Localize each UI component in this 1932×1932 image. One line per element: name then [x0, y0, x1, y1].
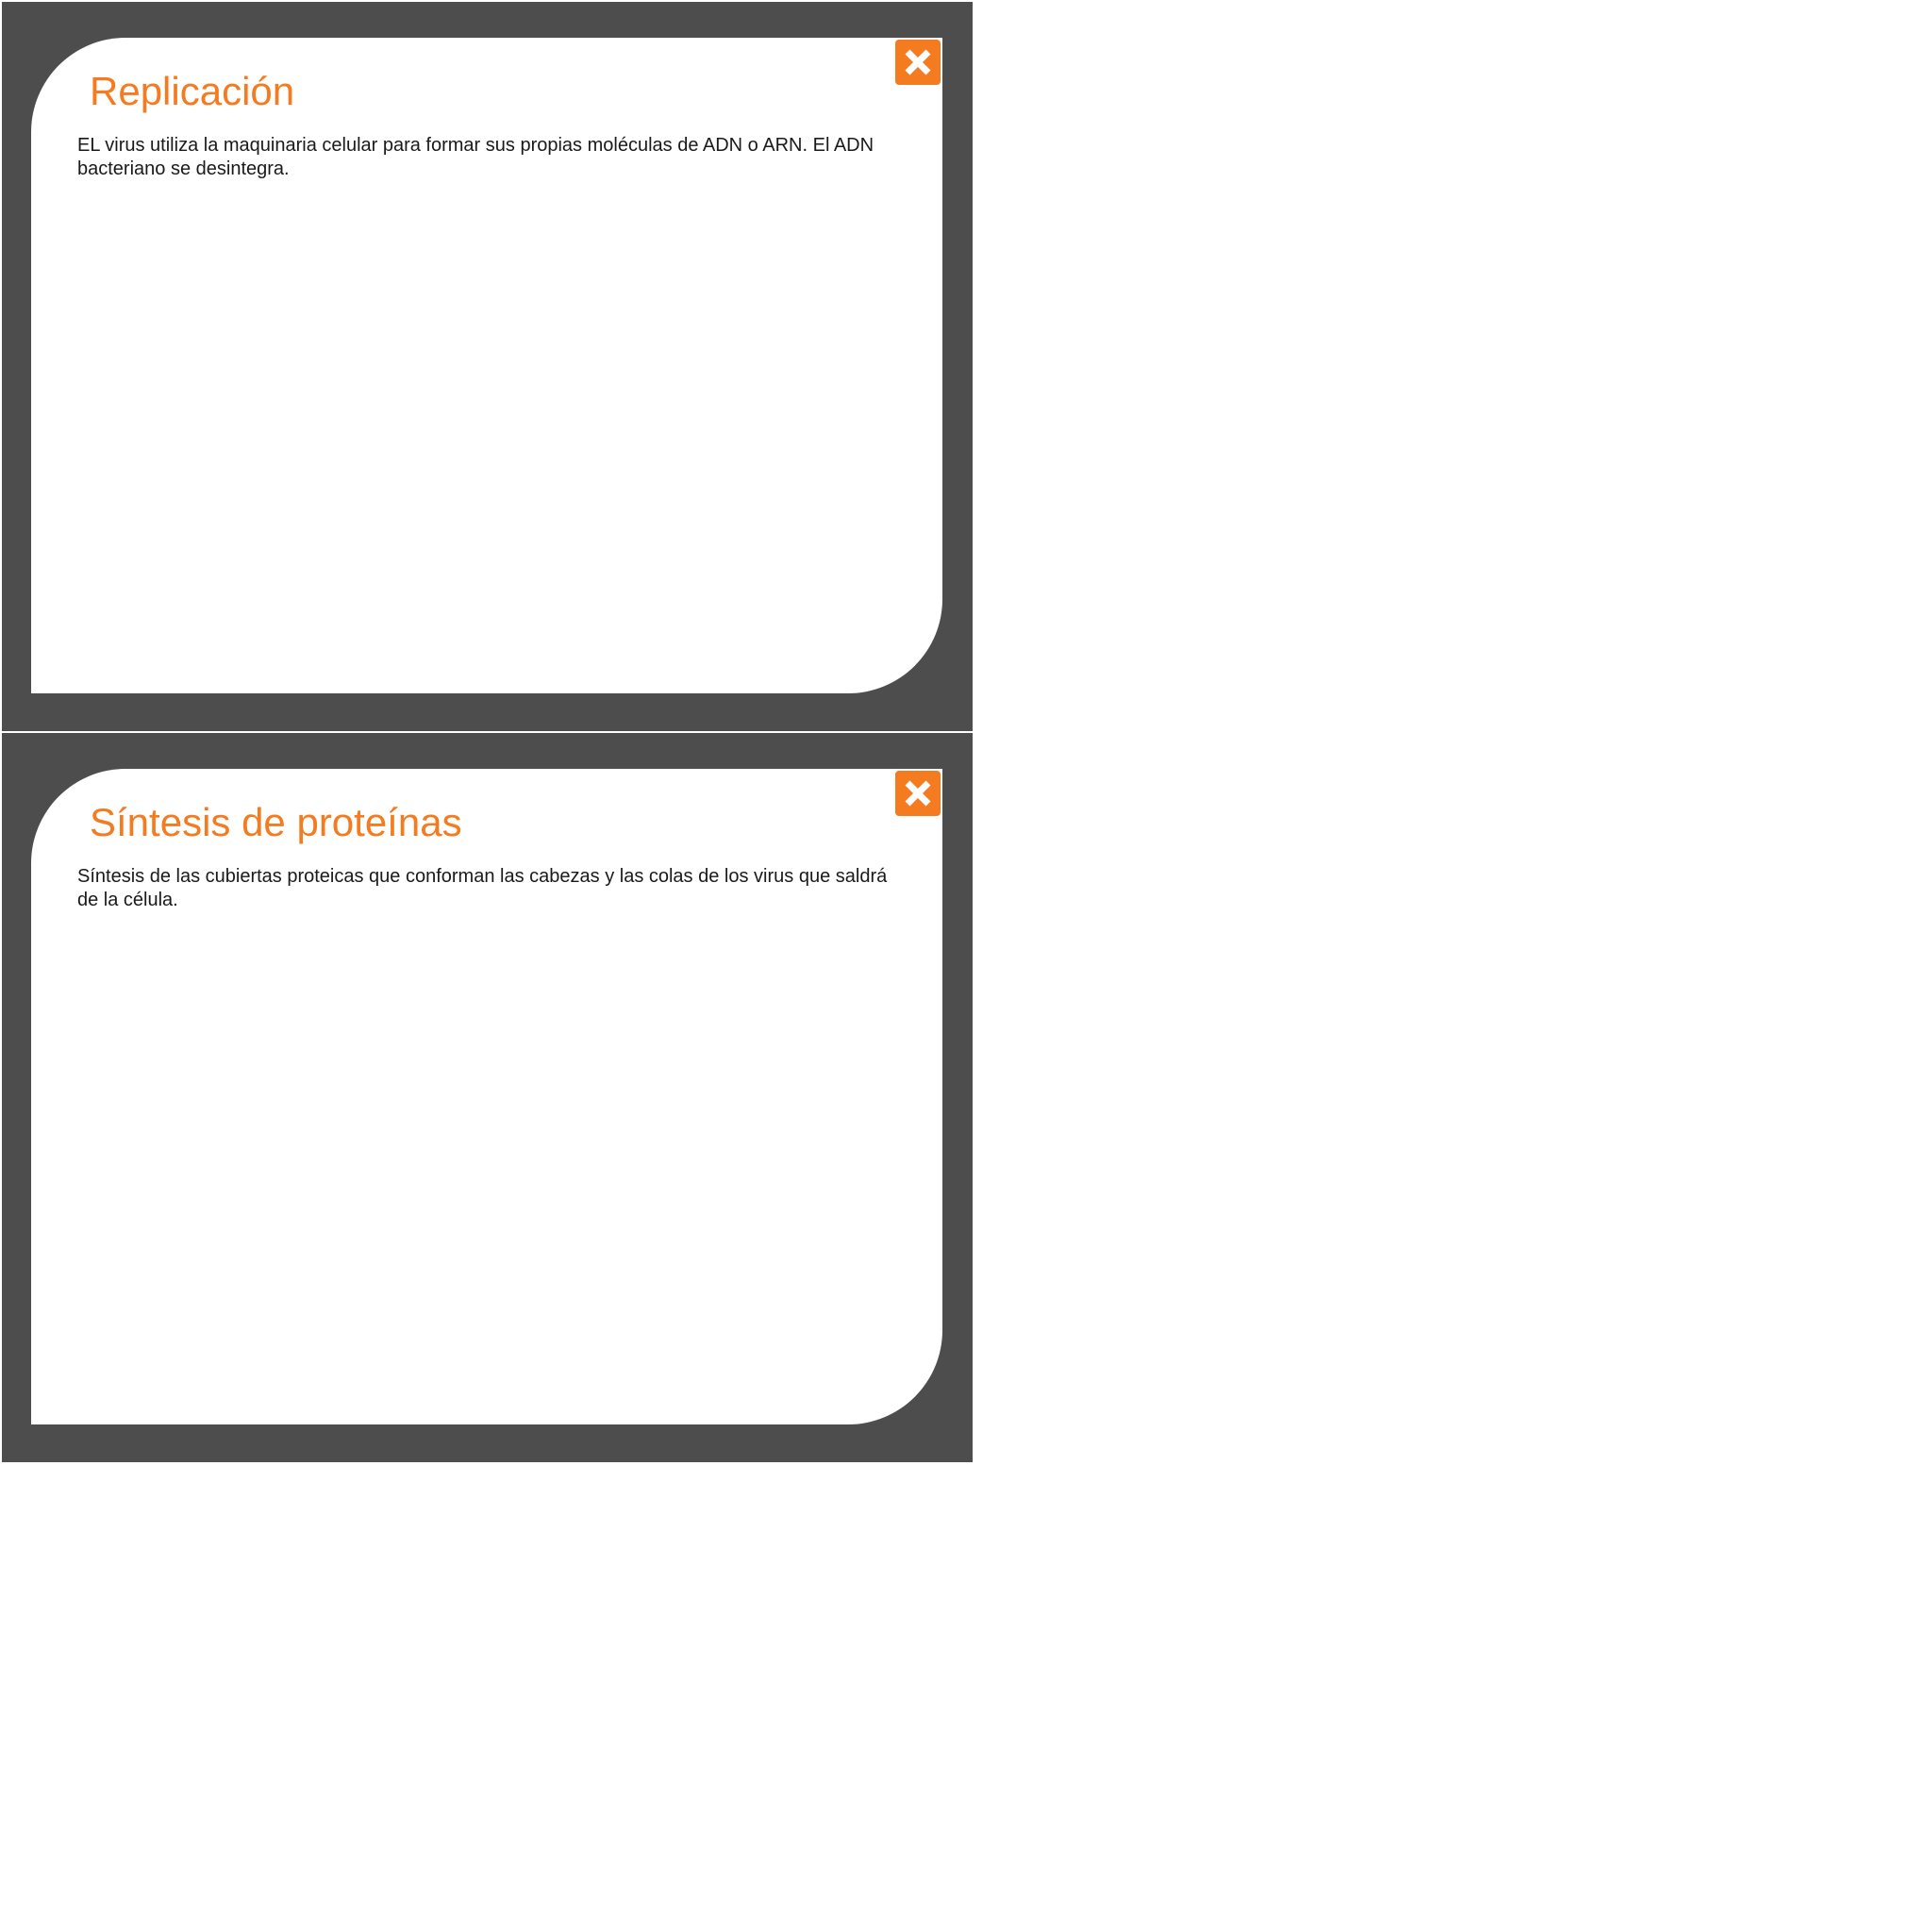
popup-title: Síntesis de proteínas [90, 800, 462, 844]
popup-replicacion: Replicación EL virus utiliza la maquinar… [2, 2, 973, 731]
close-icon [905, 780, 931, 807]
close-button[interactable] [895, 40, 941, 85]
popup-card: Síntesis de proteínas Síntesis de las cu… [31, 769, 942, 1424]
popup-body-text: Síntesis de las cubiertas proteicas que … [77, 866, 888, 910]
popup-body-text: EL virus utiliza la maquinaria celular p… [77, 135, 874, 179]
close-button[interactable] [895, 771, 941, 816]
popup-sintesis-de-proteinas: Síntesis de proteínas Síntesis de las cu… [2, 733, 973, 1462]
popup-title: Replicación [90, 69, 295, 113]
popup-card: Replicación EL virus utiliza la maquinar… [31, 38, 942, 693]
close-icon [905, 49, 931, 75]
